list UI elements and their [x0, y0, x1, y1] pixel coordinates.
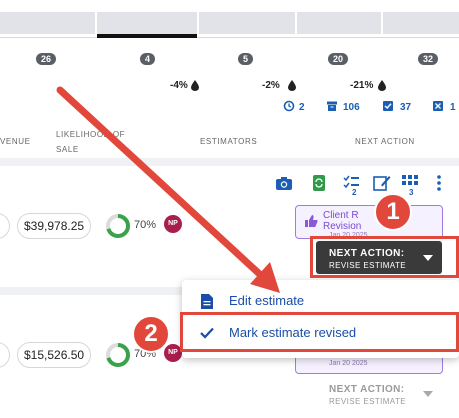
stage-bar-sold	[383, 12, 459, 34]
revenue-pill-clipped	[0, 213, 10, 239]
callout-number-one: 1	[374, 193, 412, 231]
likelihood-donut	[106, 214, 130, 238]
status-badge-label: Client R	[323, 210, 359, 221]
document-icon	[201, 294, 213, 309]
camera-icon[interactable]	[275, 174, 293, 192]
status-badge-label-2: Revision	[323, 221, 362, 232]
callout-highlight-next-action	[310, 236, 459, 278]
status-badge[interactable]: Client R Revision Jan 20 2025	[295, 205, 443, 239]
header-likelihood-2: SALE	[56, 145, 79, 154]
next-action-value: REVISE ESTIMATE	[329, 397, 406, 406]
header-likelihood: LIKELIHOOD OF	[56, 130, 126, 139]
approved-icon[interactable]	[382, 100, 394, 112]
stage-bar-write	[0, 12, 95, 34]
archive-icon[interactable]	[326, 100, 338, 112]
closed-icon[interactable]	[432, 100, 444, 112]
menu-item-label: Edit estimate	[229, 293, 305, 308]
status-badge[interactable]: Jan 20 2025	[295, 358, 443, 374]
stage-count-send: 5	[238, 53, 254, 65]
callout-highlight-mark-revised	[180, 312, 459, 352]
header-next-action: NEXT ACTION	[355, 137, 415, 146]
chevron-down-icon	[423, 391, 433, 397]
next-action-label: NEXT ACTION:	[329, 384, 405, 395]
header-estimators: ESTIMATORS	[200, 137, 258, 146]
history-count: 2	[299, 102, 305, 113]
amount-pill: $15,526.50	[17, 342, 92, 368]
conversion-percent-sell: -21%	[350, 80, 374, 91]
checklist-count: 2	[352, 188, 357, 197]
likelihood-donut	[106, 343, 130, 367]
stage-count-sold: 32	[418, 53, 439, 65]
grid-count: 3	[409, 188, 414, 197]
stage-count-sell: 20	[328, 53, 349, 65]
drop-icon	[191, 80, 199, 91]
header-revenue: VENUE	[0, 137, 31, 146]
pipeline-strip	[0, 38, 459, 78]
stage-bar-revise	[97, 12, 197, 34]
edit-icon[interactable]	[373, 174, 391, 192]
drop-icon	[288, 80, 296, 91]
conversion-percent-revise: -4%	[170, 80, 188, 91]
drop-icon	[378, 80, 386, 91]
stage-count-revise: 4	[140, 53, 156, 65]
stage-bar-sell	[297, 12, 381, 34]
row-separator	[0, 158, 459, 166]
callout-number-two: 2	[132, 315, 170, 353]
closed-count: 1	[450, 102, 456, 113]
avatar[interactable]: NP	[164, 215, 182, 233]
archive-count: 106	[343, 102, 360, 113]
conversion-percent-send: -2%	[262, 80, 280, 91]
history-icon[interactable]	[283, 100, 295, 112]
sync-icon[interactable]	[310, 174, 328, 192]
stage-count-write: 26	[36, 53, 57, 65]
status-badge-date: Jan 20 2025	[329, 360, 368, 367]
revenue-pill-clipped	[0, 342, 10, 368]
stage-bar-send	[199, 12, 295, 34]
likelihood-percent: 70%	[134, 219, 157, 231]
amount-pill: $39,978.25	[17, 213, 92, 239]
checklist-icon[interactable]	[342, 174, 360, 192]
more-vertical-icon[interactable]	[430, 174, 448, 192]
approved-count: 37	[400, 102, 412, 113]
thumbs-up-icon	[305, 215, 318, 227]
next-action-button[interactable]: NEXT ACTION: REVISE ESTIMATE	[316, 378, 442, 411]
